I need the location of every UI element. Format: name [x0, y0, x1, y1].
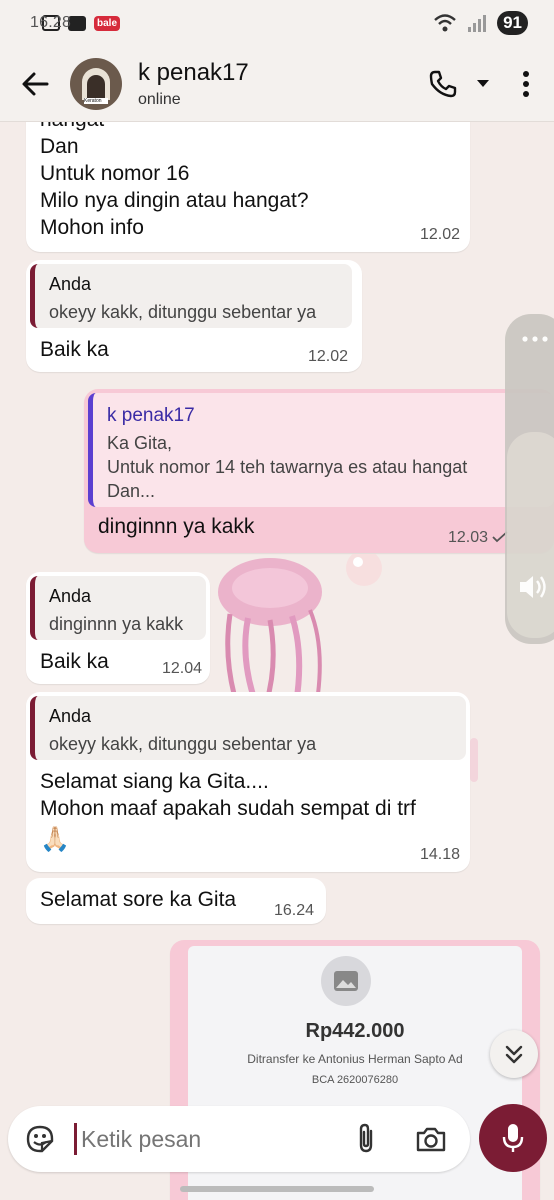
message-bubble-incoming[interactable]: Anda okeyy kakk, ditunggu sebentar ya Se…: [26, 692, 470, 872]
quote-line: Untuk nomor 14 teh tawarnya es atau hang…: [107, 457, 468, 477]
back-arrow-icon: [22, 72, 49, 95]
phone-icon[interactable]: [428, 69, 458, 99]
transfer-account: BCA 2620076280: [311, 1074, 399, 1086]
text-cursor: [74, 1123, 77, 1155]
message-time: 12.04: [161, 660, 202, 677]
reply-quote[interactable]: Anda okeyy kakk, ditunggu sebentar ya: [30, 696, 466, 760]
quote-line: Ka Gita,: [107, 433, 173, 453]
contact-info[interactable]: k penak17 online: [138, 59, 428, 109]
avatar-door: [87, 74, 105, 100]
reply-quote[interactable]: Anda okeyy kakk, ditunggu sebentar ya: [30, 264, 352, 328]
message-line: Mohon maaf apakah sudah sempat di trf: [40, 797, 416, 820]
jellyfish-sticker[interactable]: [200, 554, 400, 704]
more-vert-icon[interactable]: [522, 70, 530, 98]
message-line: Mohon info: [40, 216, 144, 239]
attach-icon[interactable]: [353, 1123, 379, 1155]
quote-text: dinginnn ya kakk: [49, 614, 184, 634]
reply-quote[interactable]: k penak17 Ka Gita, Untuk nomor 14 teh ta…: [88, 393, 554, 507]
quote-sender: Anda: [49, 586, 92, 606]
message-bubble-incoming[interactable]: hangat Dan Untuk nomor 16 Milo nya dingi…: [26, 122, 470, 252]
message-composer: [8, 1106, 470, 1172]
message-bubble-incoming[interactable]: Selamat sore ka Gita 16.24: [26, 878, 326, 924]
camera-icon[interactable]: [415, 1125, 447, 1153]
transfer-amount: Rp442.000: [305, 1020, 405, 1042]
praying-hands-emoji: 🙏🏻: [40, 826, 70, 853]
sticker-fragment: [470, 738, 478, 782]
wifi-icon: [434, 14, 456, 32]
avatar-plate: Keraton: [84, 97, 108, 104]
status-bar: 16.28 bale 91: [0, 0, 554, 46]
message-input[interactable]: [81, 1125, 331, 1153]
contact-status: online: [138, 90, 181, 108]
contact-name: k penak17: [138, 58, 249, 86]
gesture-nav-handle[interactable]: [180, 1186, 374, 1192]
quote-text: okeyy kakk, ditunggu sebentar ya: [49, 302, 317, 322]
battery-indicator: 91: [497, 11, 528, 35]
floating-overlay-panel[interactable]: [505, 314, 554, 644]
reply-quote[interactable]: Anda dinginnn ya kakk: [30, 576, 206, 640]
scroll-to-bottom-button[interactable]: [490, 1030, 538, 1078]
voice-record-button[interactable]: [479, 1104, 547, 1172]
message-bubble-outgoing[interactable]: k penak17 Ka Gita, Untuk nomor 14 teh ta…: [84, 389, 554, 553]
message-line: hangat: [40, 122, 309, 133]
message-text: Selamat sore ka Gita: [40, 888, 237, 911]
back-button[interactable]: [0, 70, 70, 98]
message-line: Milo nya dingin atau hangat?: [40, 189, 309, 212]
message-time: 14.18: [419, 846, 460, 863]
quote-sender: k penak17: [107, 405, 195, 426]
quote-sender: Anda: [49, 274, 92, 294]
message-time: 16.24: [273, 902, 314, 919]
transfer-description: Ditransfer ke Antonius Herman Sapto Ad: [247, 1052, 463, 1066]
chat-messages[interactable]: hangat Dan Untuk nomor 16 Milo nya dingi…: [0, 122, 554, 1200]
message-bubble-incoming[interactable]: Anda okeyy kakk, ditunggu sebentar ya Ba…: [26, 260, 362, 372]
image-icon: [321, 956, 371, 1006]
message-line: Selamat siang ka Gita....: [40, 770, 269, 793]
more-horiz-icon[interactable]: [522, 336, 548, 342]
quote-sender: Anda: [49, 706, 92, 726]
signal-icon: [468, 15, 487, 32]
volume-icon: [520, 576, 546, 598]
chevron-down-icon[interactable]: [476, 79, 490, 89]
message-time: 12.03: [447, 529, 488, 546]
message-line: Untuk nomor 16: [40, 162, 190, 185]
chevron-double-down-icon: [505, 1045, 523, 1064]
message-text: dinginnn ya kakk: [98, 515, 255, 538]
app-badge-icon: bale: [94, 15, 121, 31]
quote-line: Dan...: [107, 481, 156, 501]
status-time: 16.28: [30, 14, 72, 31]
mic-icon: [502, 1124, 524, 1152]
message-line: Dan: [40, 135, 79, 158]
chat-header: Keraton k penak17 online: [0, 46, 554, 122]
quote-text: okeyy kakk, ditunggu sebentar ya: [49, 734, 317, 754]
message-text: Baik ka: [40, 650, 109, 673]
avatar[interactable]: Keraton: [70, 57, 122, 110]
sticker-icon[interactable]: [24, 1123, 56, 1155]
volume-slider[interactable]: [507, 432, 554, 638]
message-time: 12.02: [307, 348, 348, 365]
message-bubble-incoming[interactable]: Anda dinginnn ya kakk Baik ka 12.04: [26, 572, 210, 684]
message-time: 12.02: [419, 226, 460, 243]
message-text: Baik ka: [40, 338, 109, 361]
